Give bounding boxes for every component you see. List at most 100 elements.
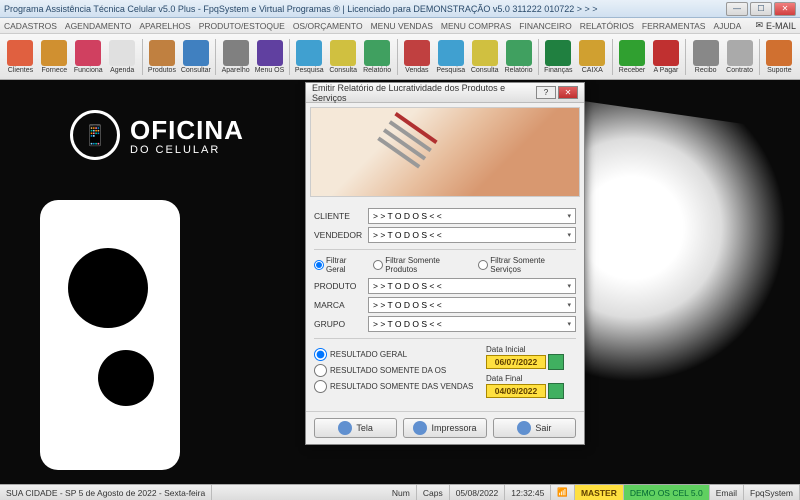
sair-button[interactable]: Sair [493,418,576,438]
toolbar-clientes[interactable]: Clientes [4,40,37,74]
menu-item[interactable]: RELATÓRIOS [580,21,634,31]
toolbar-consulta[interactable]: Consulta [327,40,360,74]
toolbar-icon [7,40,33,66]
toolbar-label: Consulta [471,67,499,74]
filter-servicos-radio[interactable]: Filtrar Somente Serviços [478,256,576,274]
status-date: 05/08/2022 [450,485,506,500]
chevron-down-icon: ▾ [567,301,571,309]
toolbar-menu os[interactable]: Menu OS [253,40,286,74]
dialog-header-image [310,107,580,197]
toolbar-produtos[interactable]: Produtos [145,40,178,74]
toolbar-icon [506,40,532,66]
toolbar-aparelho[interactable]: Aparelho [219,40,252,74]
chevron-down-icon: ▾ [567,212,571,220]
toolbar-icon [653,40,679,66]
toolbar-relatório[interactable]: Relatório [361,40,394,74]
menu-item[interactable]: AGENDAMENTO [65,21,131,31]
data-inicial-field[interactable]: 06/07/2022 [486,355,546,369]
result-radio-group: RESULTADO GERAL RESULTADO SOMENTE DA OS … [314,345,476,396]
calendar-icon[interactable] [548,383,564,399]
result-os-radio[interactable]: RESULTADO SOMENTE DA OS [314,364,476,377]
maximize-button[interactable]: ☐ [750,2,772,16]
toolbar-caixa[interactable]: CAIXA [576,40,609,74]
toolbar-label: Fornece [42,67,68,74]
main-toolbar: ClientesForneceFuncionaAgendaProdutosCon… [0,34,800,80]
toolbar-vendas[interactable]: Vendas [400,40,433,74]
status-email[interactable]: Email [710,485,744,500]
toolbar-icon [75,40,101,66]
cliente-combo[interactable]: > > T O D O S < <▾ [368,208,576,224]
menu-item[interactable]: MENU COMPRAS [441,21,511,31]
filter-radio-group: Filtrar Geral Filtrar Somente Produtos F… [314,256,576,274]
printer-icon [413,421,427,435]
grupo-combo[interactable]: > > T O D O S < <▾ [368,316,576,332]
toolbar-icon [727,40,753,66]
toolbar-funciona[interactable]: Funciona [72,40,105,74]
toolbar-relatório[interactable]: Relatório [502,40,535,74]
toolbar-label: Relatório [505,67,533,74]
toolbar-pesquisa[interactable]: Pesquisa [434,40,467,74]
status-time: 12:32:45 [505,485,551,500]
marca-combo[interactable]: > > T O D O S < <▾ [368,297,576,313]
screen-icon [338,421,352,435]
menu-item[interactable]: OS/ORÇAMENTO [293,21,363,31]
toolbar-icon [766,40,792,66]
dialog-close-button[interactable]: ✕ [558,86,578,99]
email-label: E-MAIL [766,21,796,31]
status-master: MASTER [575,485,624,500]
data-inicial-label: Data Inicial [486,345,576,354]
result-vendas-radio[interactable]: RESULTADO SOMENTE DAS VENDAS [314,380,476,393]
report-dialog: Emitir Relatório de Lucratividade dos Pr… [305,82,585,445]
toolbar-agenda[interactable]: Agenda [106,40,139,74]
background-phone [40,200,180,470]
filter-produtos-radio[interactable]: Filtrar Somente Produtos [373,256,472,274]
tela-button[interactable]: Tela [314,418,397,438]
toolbar-pesquisa[interactable]: Pesquisa [293,40,326,74]
minimize-button[interactable]: — [726,2,748,16]
filter-geral-radio[interactable]: Filtrar Geral [314,256,367,274]
menu-item[interactable]: CADASTROS [4,21,57,31]
toolbar-label: Funciona [74,67,103,74]
calendar-icon[interactable] [548,354,564,370]
toolbar-suporte[interactable]: Suporte [763,40,796,74]
data-final-field[interactable]: 04/09/2022 [486,384,546,398]
toolbar-consulta[interactable]: Consulta [468,40,501,74]
toolbar-label: Contrato [726,67,753,74]
result-geral-radio[interactable]: RESULTADO GERAL [314,348,476,361]
toolbar-icon [364,40,390,66]
toolbar-label: Consulta [329,67,357,74]
status-caps: Caps [417,485,450,500]
toolbar-fornece[interactable]: Fornece [38,40,71,74]
menu-item[interactable]: PRODUTO/ESTOQUE [199,21,285,31]
toolbar-icon [619,40,645,66]
toolbar-consultar[interactable]: Consultar [179,40,212,74]
toolbar-icon [296,40,322,66]
toolbar-label: Produtos [148,67,176,74]
impressora-button[interactable]: Impressora [403,418,486,438]
menu-item[interactable]: FINANCEIRO [519,21,571,31]
toolbar-icon [404,40,430,66]
grupo-label: GRUPO [314,319,368,329]
vendedor-combo[interactable]: > > T O D O S < <▾ [368,227,576,243]
toolbar-icon [438,40,464,66]
produto-combo[interactable]: > > T O D O S < <▾ [368,278,576,294]
toolbar-label: Menu OS [255,67,285,74]
menu-item[interactable]: AJUDA [713,21,741,31]
close-button[interactable]: ✕ [774,2,796,16]
menu-item[interactable]: MENU VENDAS [371,21,433,31]
toolbar-a pagar[interactable]: A Pagar [649,40,682,74]
vendedor-label: VENDEDOR [314,230,368,240]
menu-item[interactable]: APARELHOS [139,21,190,31]
logo-icon: 📱 [70,110,120,160]
dialog-help-button[interactable]: ? [536,86,556,99]
menu-item[interactable]: FERRAMENTAS [642,21,706,31]
toolbar-icon [693,40,719,66]
toolbar-receber[interactable]: Receber [616,40,649,74]
status-signal-icon: 📶 [551,485,575,500]
toolbar-icon [330,40,356,66]
email-button[interactable]: ✉ E-MAIL [755,20,796,31]
toolbar-finanças[interactable]: Finanças [542,40,575,74]
toolbar-contrato[interactable]: Contrato [723,40,756,74]
statusbar: SUA CIDADE - SP 5 de Agosto de 2022 - Se… [0,484,800,500]
toolbar-recibo[interactable]: Recibo [689,40,722,74]
